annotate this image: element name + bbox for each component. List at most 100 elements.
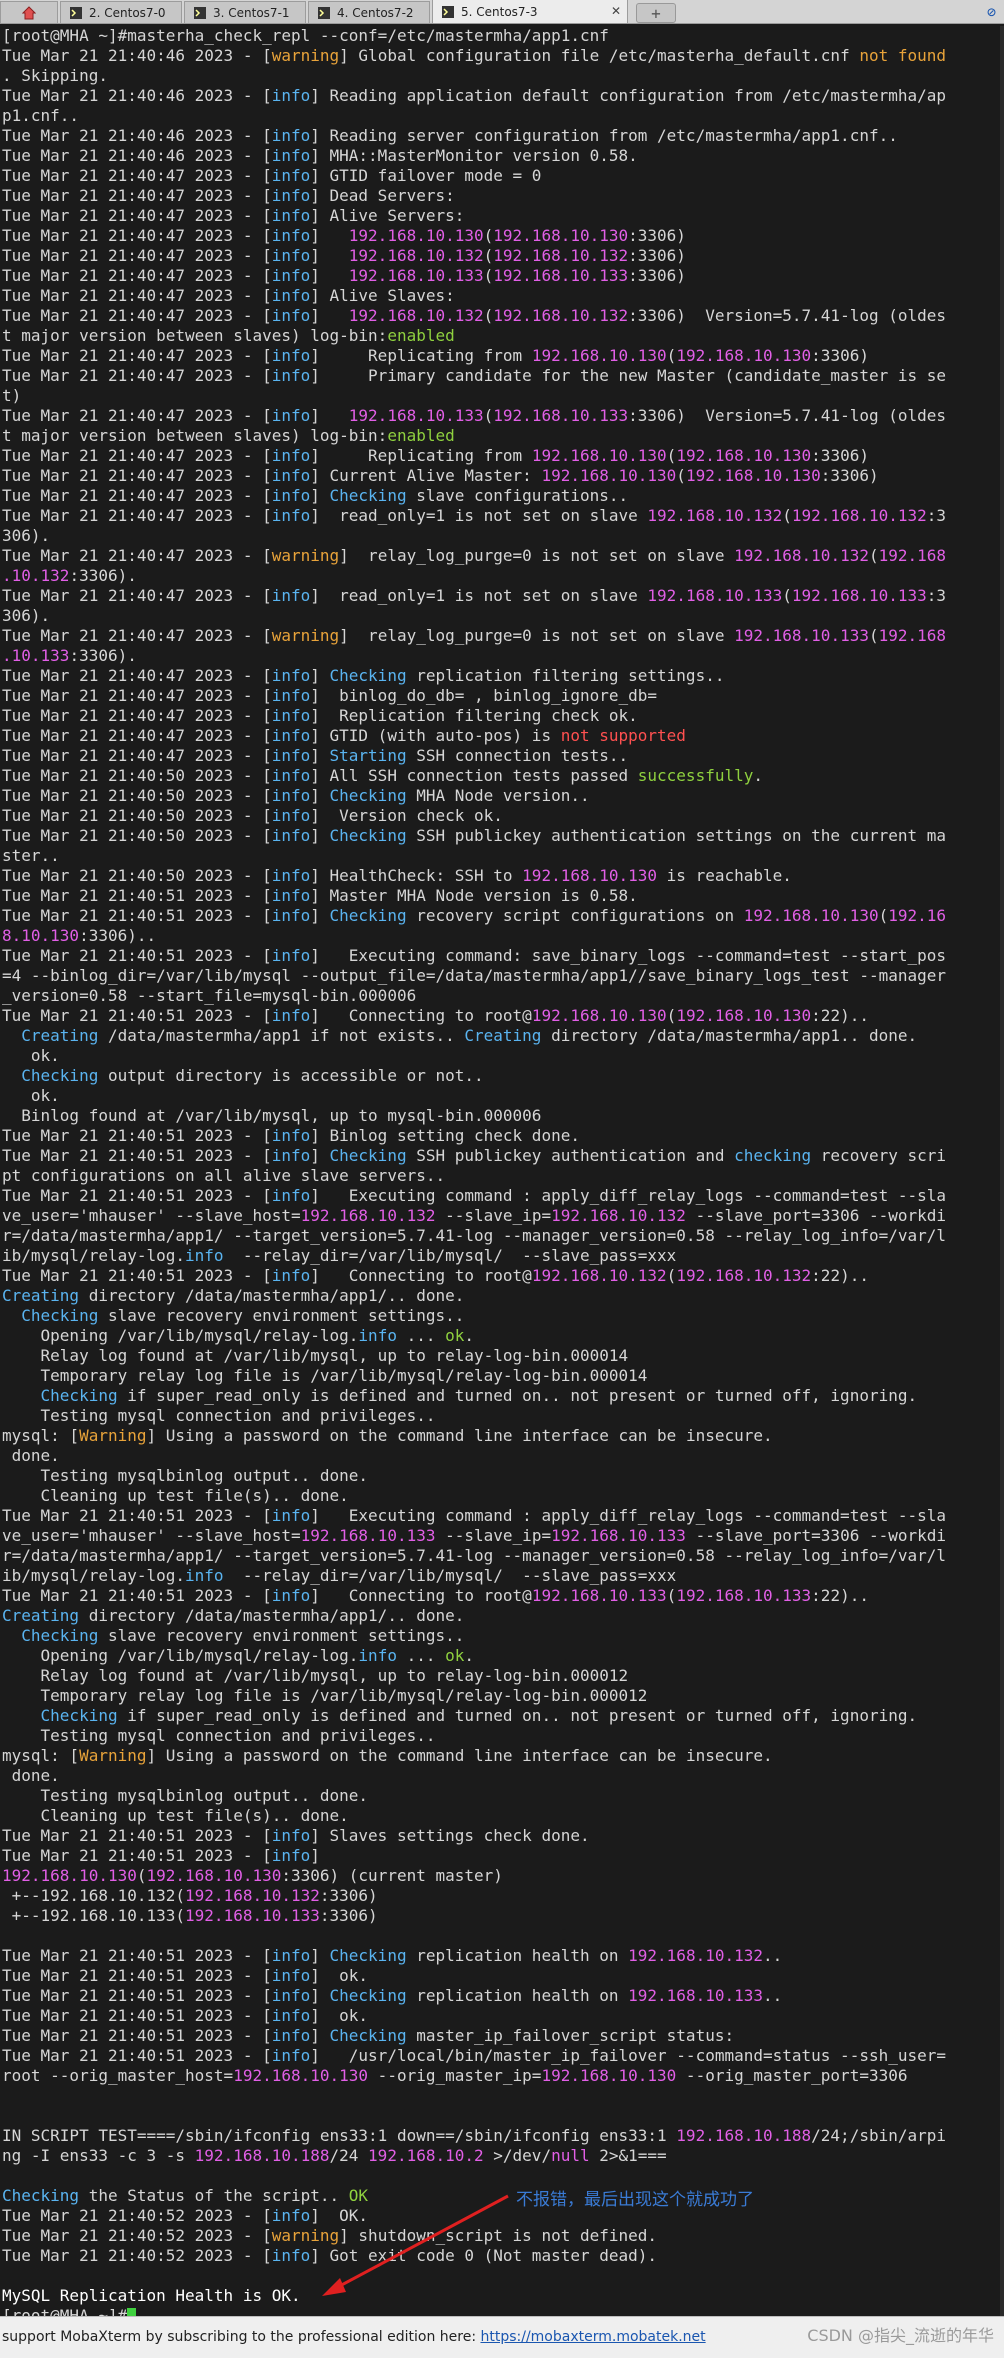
terminal-line: Cleaning up test file(s).. done. — [2, 1486, 998, 1506]
terminal-text: info — [271, 2026, 311, 2045]
terminal-text: ] GTID failover mode = 0 — [310, 166, 542, 185]
terminal-text: info — [271, 2206, 311, 2225]
terminal-line: ib/mysql/relay-log.info --relay_dir=/var… — [2, 1246, 998, 1266]
tab-centos7-2[interactable]: 4. Centos7-2 — [308, 1, 430, 23]
terminal-text: Tue Mar 21 21:40:51 2023 - [ — [2, 1266, 272, 1285]
new-tab-button[interactable]: + — [636, 3, 676, 23]
terminal-text: Tue Mar 21 21:40:52 2023 - [ — [2, 2206, 272, 2225]
terminal-text: root --orig_master_host= — [2, 2066, 234, 2085]
terminal-text: 192.168.10.133 — [493, 266, 629, 285]
terminal-line: +--192.168.10.132(192.168.10.132:3306) — [2, 1886, 998, 1906]
terminal-text: :22).. — [811, 1006, 869, 1025]
terminal-text: info — [271, 246, 311, 265]
tab-centos7-0[interactable]: 2. Centos7-0 — [60, 1, 182, 23]
terminal-text: ] Got exit code 0 (Not master dead). — [310, 2246, 658, 2265]
terminal-text: _version=0.58 --start_file=mysql-bin.000… — [2, 986, 417, 1005]
terminal-text: info — [271, 166, 311, 185]
terminal-text: if super_read_only is defined and turned… — [117, 1386, 918, 1405]
terminal-text: info — [271, 1846, 311, 1865]
close-icon[interactable]: ✕ — [611, 4, 621, 18]
terminal-output[interactable]: [root@MHA ~]#masterha_check_repl --conf=… — [0, 26, 1000, 2316]
terminal-text: info — [271, 1266, 311, 1285]
terminal-text: Tue Mar 21 21:40:47 2023 - [ — [2, 226, 272, 245]
terminal-text: Tue Mar 21 21:40:50 2023 - [ — [2, 826, 272, 845]
terminal-tab-icon — [318, 6, 330, 19]
terminal-text: recovery scri — [811, 1146, 947, 1165]
terminal-text: ] — [310, 906, 330, 925]
terminal-text: Tue Mar 21 21:40:51 2023 - [ — [2, 1586, 272, 1605]
terminal-text: Tue Mar 21 21:40:47 2023 - [ — [2, 346, 272, 365]
terminal-line: Tue Mar 21 21:40:51 2023 - [info] Execut… — [2, 946, 998, 966]
terminal-text: t major version between slaves) log-bin: — [2, 426, 388, 445]
terminal-line: t) — [2, 386, 998, 406]
terminal-text: Tue Mar 21 21:40:51 2023 - [ — [2, 946, 272, 965]
terminal-text: .. — [763, 1946, 783, 1965]
tab-centos7-3[interactable]: 5. Centos7-3 ✕ — [432, 0, 628, 23]
terminal-text: IN SCRIPT TEST====/sbin/ifconfig ens33:1… — [2, 2126, 677, 2145]
terminal-line: [root@MHA ~]#masterha_check_repl --conf=… — [2, 26, 998, 46]
home-tab[interactable] — [0, 1, 58, 23]
terminal-text: info — [271, 266, 311, 285]
terminal-text: 8.10.130 — [2, 926, 80, 945]
terminal-text: info — [271, 206, 311, 225]
terminal-line: Tue Mar 21 21:40:52 2023 - [info] OK. — [2, 2206, 998, 2226]
terminal-line: .10.132:3306). — [2, 566, 998, 586]
terminal-text: /data/mastermha/app1 if not exists.. — [98, 1026, 465, 1045]
terminal-line: t major version between slaves) log-bin:… — [2, 326, 998, 346]
terminal-text: warning — [271, 626, 340, 645]
terminal-text: Opening /var/lib/mysql/relay-log. — [2, 1646, 359, 1665]
terminal-tab-icon — [194, 6, 206, 19]
terminal-line: Testing mysqlbinlog output.. done. — [2, 1466, 998, 1486]
terminal-line: Tue Mar 21 21:40:47 2023 - [warning] rel… — [2, 546, 998, 566]
terminal-line: =4 --binlog_dir=/var/lib/mysql --output_… — [2, 966, 998, 986]
scrollbar[interactable] — [1000, 26, 1004, 2316]
terminal-line: ok. — [2, 1086, 998, 1106]
terminal-text: ( — [878, 906, 889, 925]
tab-centos7-1[interactable]: 3. Centos7-1 — [184, 1, 306, 23]
terminal-text: ib/mysql/relay-log. — [2, 1246, 186, 1265]
paperclip-icon[interactable]: ⊘ — [987, 3, 996, 21]
terminal-text: slave recovery environment settings.. — [98, 1626, 465, 1645]
terminal-text: not found — [859, 46, 947, 65]
terminal-text: ] — [310, 826, 330, 845]
terminal-text: :22).. — [811, 1586, 869, 1605]
terminal-text: ( — [483, 266, 494, 285]
terminal-text: info — [271, 826, 311, 845]
terminal-line: Tue Mar 21 21:40:50 2023 - [info] Health… — [2, 866, 998, 886]
terminal-text: slave configurations.. — [406, 486, 629, 505]
terminal-text: ... — [396, 1326, 446, 1345]
terminal-text: Tue Mar 21 21:40:47 2023 - [ — [2, 406, 272, 425]
terminal-text: Checking — [21, 1626, 99, 1645]
terminal-text: 192.168.10.130 — [676, 446, 812, 465]
terminal-text: 192.168.10.132 — [348, 306, 484, 325]
terminal-text: Warning — [79, 1426, 147, 1445]
terminal-text: info — [271, 1986, 311, 2005]
terminal-text: ] Binlog setting check done. — [310, 1126, 580, 1145]
terminal-text: ] Replicating from — [310, 346, 532, 365]
terminal-text: ( — [868, 546, 879, 565]
terminal-text: Testing mysql connection and privileges.… — [2, 1406, 436, 1425]
terminal-text: Checking — [329, 906, 407, 925]
terminal-text: 192.168.10.133 — [348, 266, 484, 285]
terminal-text: Tue Mar 21 21:40:47 2023 - [ — [2, 746, 272, 765]
terminal-text: 192.16 — [888, 906, 947, 925]
terminal-line: Tue Mar 21 21:40:46 2023 - [info] MHA::M… — [2, 146, 998, 166]
terminal-text: :3306). — [69, 566, 137, 585]
terminal-text: ] OK. — [310, 2206, 369, 2225]
terminal-text: info — [271, 86, 311, 105]
mobaxterm-link[interactable]: https://mobaxterm.mobatek.net — [480, 2329, 705, 2345]
terminal-text: is reachable. — [657, 866, 792, 885]
terminal-text: ( — [483, 406, 494, 425]
terminal-text: ( — [483, 306, 494, 325]
terminal-text: ] Executing command : apply_diff_relay_l… — [310, 1186, 947, 1205]
terminal-text: Tue Mar 21 21:40:52 2023 - [ — [2, 2246, 272, 2265]
terminal-text: :22).. — [811, 1266, 869, 1285]
terminal-line: ok. — [2, 1046, 998, 1066]
terminal-text: info — [271, 706, 311, 725]
terminal-text: info — [271, 1126, 311, 1145]
terminal-text: info — [271, 726, 311, 745]
terminal-text: :3306) — [628, 266, 686, 285]
